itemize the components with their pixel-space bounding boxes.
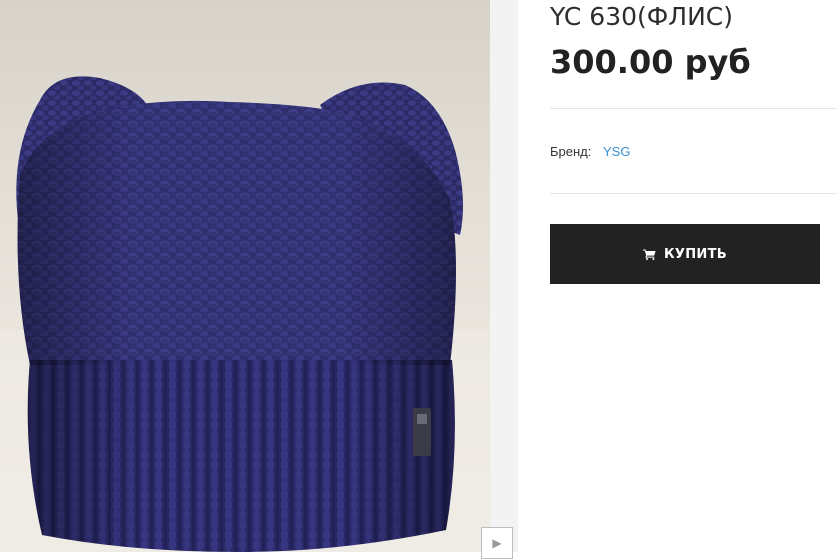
shopping-cart-icon	[643, 249, 656, 260]
buy-button[interactable]: КУПИТЬ	[550, 224, 820, 284]
brand-label: Бренд:	[550, 144, 592, 159]
divider	[550, 108, 837, 109]
product-image[interactable]	[0, 0, 490, 552]
chevron-right-icon[interactable]: ▶	[481, 527, 513, 559]
product-price: 300.00 руб	[550, 43, 751, 81]
brand-row: Бренд: YSG	[550, 143, 630, 161]
gallery-gutter	[490, 0, 518, 552]
buy-button-label: КУПИТЬ	[664, 246, 727, 262]
brand-link[interactable]: YSG	[603, 144, 630, 159]
product-title: YC 630(ФЛИС)	[550, 2, 734, 31]
knitted-hat-photo	[0, 76, 490, 552]
divider	[550, 193, 837, 194]
